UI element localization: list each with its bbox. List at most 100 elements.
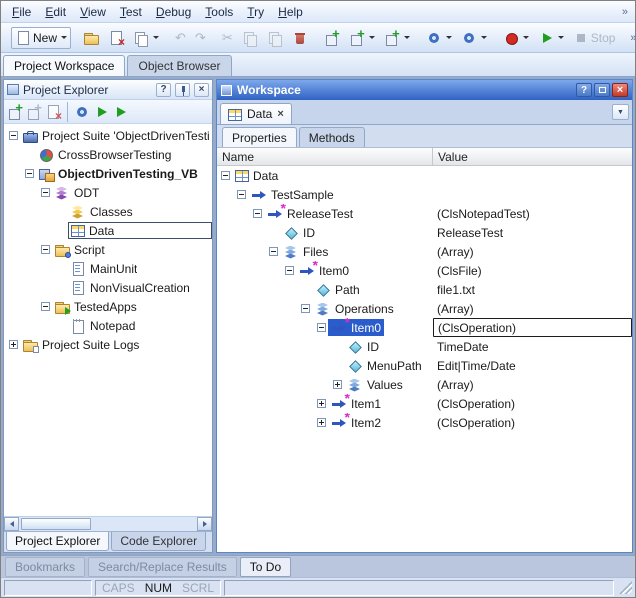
tab-search-replace-results[interactable]: Search/Replace Results <box>88 557 237 577</box>
add-new-item-button[interactable] <box>129 27 163 49</box>
table-row[interactable]: Operations (Array) <box>217 299 632 318</box>
workspace-close-button[interactable]: × <box>612 83 628 97</box>
menu-edit[interactable]: Edit <box>38 3 73 21</box>
horizontal-scrollbar[interactable] <box>4 516 212 531</box>
column-header-value[interactable]: Value <box>433 148 632 165</box>
menu-overflow-chevron[interactable]: » <box>619 6 631 18</box>
table-row-selected[interactable]: Item0 (ClsOperation) <box>217 318 632 337</box>
stop-button[interactable]: Stop <box>569 27 620 49</box>
copy-button[interactable] <box>238 27 262 49</box>
expander-collapsed-icon[interactable] <box>317 399 326 408</box>
table-row[interactable]: ReleaseTest (ClsNotepadTest) <box>217 204 632 223</box>
expander-expanded-icon[interactable] <box>237 190 246 199</box>
services-button[interactable] <box>457 27 491 49</box>
expander-collapsed-icon[interactable] <box>333 380 342 389</box>
table-row[interactable]: Item2 (ClsOperation) <box>217 413 632 432</box>
table-row[interactable]: Values (Array) <box>217 375 632 394</box>
expander-expanded-icon[interactable] <box>269 247 278 256</box>
add-new-project-button[interactable] <box>320 27 344 49</box>
menu-test[interactable]: Test <box>113 3 149 21</box>
paste-button[interactable] <box>263 27 287 49</box>
tree-item-crossbrowsertesting[interactable]: CrossBrowserTesting <box>4 145 212 164</box>
tree-item-mainunit[interactable]: MainUnit <box>4 259 212 278</box>
new-button[interactable]: New <box>11 27 71 49</box>
scrollbar-track[interactable] <box>19 517 197 531</box>
table-row[interactable]: Item1 (ClsOperation) <box>217 394 632 413</box>
close-project-button[interactable] <box>104 27 128 49</box>
tab-methods[interactable]: Methods <box>299 127 365 147</box>
table-row[interactable]: Item0 (ClsFile) <box>217 261 632 280</box>
record-test-button[interactable] <box>499 27 533 49</box>
workspace-restore-button[interactable] <box>594 83 610 97</box>
tree-item-nonvisualcreation[interactable]: NonVisualCreation <box>4 278 212 297</box>
scrollbar-thumb[interactable] <box>21 518 91 530</box>
add-item-button[interactable] <box>380 27 414 49</box>
menu-help[interactable]: Help <box>271 3 310 21</box>
tree-item-objectdriventesting-vb[interactable]: ObjectDrivenTesting_VB <box>4 164 212 183</box>
tab-properties[interactable]: Properties <box>222 127 297 147</box>
expander-expanded-icon[interactable] <box>253 209 262 218</box>
tree-item-script[interactable]: Script <box>4 240 212 259</box>
table-row[interactable]: Path file1.txt <box>217 280 632 299</box>
table-row[interactable]: MenuPath Edit|Time/Date <box>217 356 632 375</box>
remove-item-button-disabled[interactable] <box>45 104 61 120</box>
run-suite-button[interactable] <box>112 104 128 120</box>
tab-object-browser[interactable]: Object Browser <box>127 55 231 76</box>
expander-expanded-icon[interactable] <box>9 131 18 140</box>
add-item-button-disabled[interactable] <box>26 104 42 120</box>
table-row[interactable]: Files (Array) <box>217 242 632 261</box>
table-row[interactable]: ID TimeDate <box>217 337 632 356</box>
workspace-help-button[interactable]: ? <box>576 83 592 97</box>
expander-expanded-icon[interactable] <box>41 245 50 254</box>
panel-help-button[interactable]: ? <box>156 83 171 97</box>
add-project-button[interactable] <box>7 104 23 120</box>
tree-item-data[interactable]: Data <box>4 221 212 240</box>
expander-collapsed-icon[interactable] <box>317 418 326 427</box>
tree-item-notepad[interactable]: Notepad <box>4 316 212 335</box>
tab-to-do[interactable]: To Do <box>240 557 291 577</box>
properties-button[interactable] <box>74 104 90 120</box>
tree-item-testedapps[interactable]: TestedApps <box>4 297 212 316</box>
menu-try[interactable]: Try <box>240 3 271 21</box>
scroll-left-button[interactable] <box>4 517 19 531</box>
document-list-dropdown[interactable]: ▼ <box>612 104 629 120</box>
tab-data-document[interactable]: Data × <box>220 103 292 124</box>
expander-expanded-icon[interactable] <box>301 304 310 313</box>
tree-item-odt[interactable]: ODT <box>4 183 212 202</box>
undo-button[interactable]: ↶ <box>171 27 190 49</box>
tab-project-explorer[interactable]: Project Explorer <box>6 532 109 551</box>
run-test-button[interactable] <box>534 27 568 49</box>
table-row[interactable]: ID ReleaseTest <box>217 223 632 242</box>
open-button[interactable] <box>79 27 103 49</box>
panel-close-button[interactable]: × <box>194 83 209 97</box>
tree-item-project-suite-logs[interactable]: Project Suite Logs <box>4 335 212 354</box>
tree-item-classes[interactable]: Classes <box>4 202 212 221</box>
pin-icon[interactable] <box>175 83 190 97</box>
expander-expanded-icon[interactable] <box>41 302 50 311</box>
menu-debug[interactable]: Debug <box>149 3 198 21</box>
redo-button[interactable]: ↷ <box>191 27 210 49</box>
options-button[interactable] <box>422 27 456 49</box>
tree-item-project-suite[interactable]: Project Suite 'ObjectDrivenTestin <box>4 126 212 145</box>
delete-button[interactable] <box>288 27 312 49</box>
tab-code-explorer[interactable]: Code Explorer <box>111 532 206 551</box>
menu-tools[interactable]: Tools <box>198 3 240 21</box>
table-row[interactable]: TestSample <box>217 185 632 204</box>
toolbar-overflow-chevron[interactable]: » <box>627 32 636 44</box>
expander-expanded-icon[interactable] <box>317 323 326 332</box>
table-row[interactable]: Data <box>217 166 632 185</box>
expander-collapsed-icon[interactable] <box>9 340 18 349</box>
tab-bookmarks[interactable]: Bookmarks <box>5 557 85 577</box>
cut-button[interactable]: ✂ <box>218 27 237 49</box>
expander-expanded-icon[interactable] <box>41 188 50 197</box>
add-existing-project-button[interactable] <box>345 27 379 49</box>
expander-expanded-icon[interactable] <box>221 171 230 180</box>
tab-close-icon[interactable]: × <box>277 108 283 120</box>
menu-file[interactable]: File <box>5 3 38 21</box>
expander-expanded-icon[interactable] <box>285 266 294 275</box>
expander-expanded-icon[interactable] <box>25 169 34 178</box>
scroll-right-button[interactable] <box>197 517 212 531</box>
resize-grip[interactable] <box>619 581 632 594</box>
tab-project-workspace[interactable]: Project Workspace <box>3 55 125 76</box>
menu-view[interactable]: View <box>73 3 113 21</box>
